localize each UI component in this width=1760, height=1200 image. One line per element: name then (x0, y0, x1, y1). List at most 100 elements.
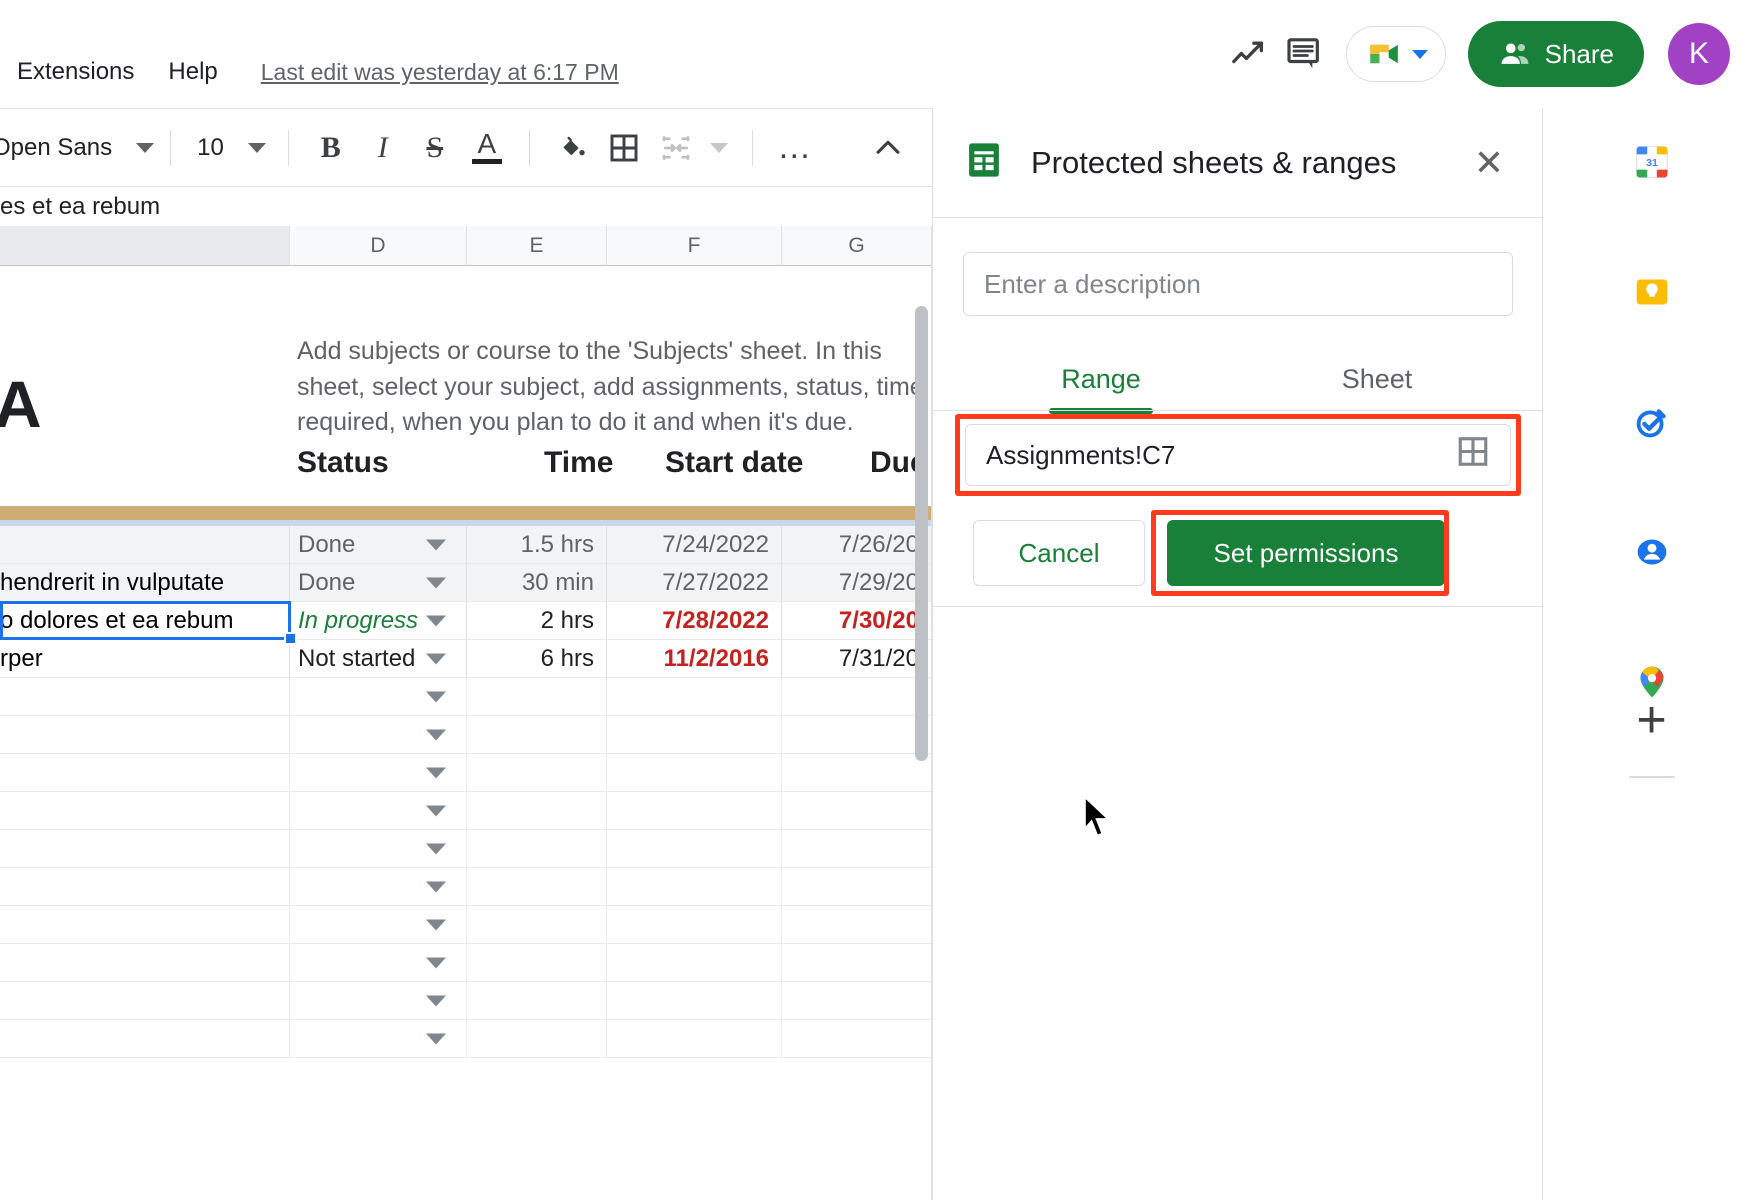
cell-empty[interactable] (467, 868, 607, 906)
cell-empty[interactable] (607, 944, 782, 982)
italic-button[interactable]: I (357, 122, 409, 174)
cell-empty[interactable] (0, 716, 290, 754)
google-tasks-icon[interactable] (1628, 398, 1676, 446)
add-apps-button[interactable]: + (1636, 694, 1666, 746)
cell-empty[interactable] (782, 792, 932, 830)
table-row[interactable] (0, 792, 932, 830)
dropdown-arrow-icon[interactable] (426, 919, 446, 930)
table-row[interactable]: hendrerit in vulputate Done 30 min 7/27/202… (0, 564, 932, 602)
cell-time[interactable]: 2 hrs (467, 602, 607, 640)
tab-range[interactable]: Range (963, 348, 1239, 410)
merge-cells-icon[interactable] (650, 122, 702, 174)
table-row[interactable]: o dolores et ea rebum In progress 2 hrs 7/2… (0, 602, 932, 640)
table-row[interactable] (0, 678, 932, 716)
cell-start-date[interactable]: 11/2/2016 (607, 640, 782, 678)
cell-task[interactable]: rper (0, 640, 290, 678)
dropdown-arrow-icon[interactable] (426, 995, 446, 1006)
table-row[interactable] (0, 982, 932, 1020)
cell-empty[interactable] (782, 754, 932, 792)
cell-empty[interactable] (467, 944, 607, 982)
cell-empty[interactable] (607, 982, 782, 1020)
cell-empty[interactable] (467, 830, 607, 868)
cell-empty[interactable] (0, 678, 290, 716)
select-data-range-icon[interactable] (1456, 435, 1490, 476)
cell-empty[interactable] (782, 830, 932, 868)
dropdown-arrow-icon[interactable] (426, 957, 446, 968)
cell-empty[interactable] (0, 982, 290, 1020)
dropdown-arrow-icon[interactable] (426, 843, 446, 854)
close-icon[interactable]: ✕ (1474, 144, 1504, 181)
cell-empty[interactable] (607, 830, 782, 868)
cell-empty[interactable] (467, 906, 607, 944)
cell-empty[interactable] (290, 982, 467, 1020)
cell-empty[interactable] (290, 868, 467, 906)
cell-empty[interactable] (607, 754, 782, 792)
column-header-c[interactable] (0, 226, 290, 266)
table-row[interactable]: rper Not started 6 hrs 11/2/2016 7/31/20 (0, 640, 932, 678)
cell-empty[interactable] (0, 830, 290, 868)
avatar[interactable]: K (1668, 23, 1730, 85)
cell-empty[interactable] (290, 1020, 467, 1058)
menu-item-extensions[interactable]: Extensions (0, 58, 151, 86)
table-row[interactable] (0, 1020, 932, 1058)
cell-task[interactable] (0, 526, 290, 564)
table-row[interactable] (0, 716, 932, 754)
dropdown-arrow-icon[interactable] (426, 1033, 446, 1044)
table-row[interactable] (0, 944, 932, 982)
borders-icon[interactable] (598, 122, 650, 174)
cell-empty[interactable] (607, 678, 782, 716)
column-header-d[interactable]: D (290, 226, 467, 266)
description-input[interactable]: Enter a description (963, 252, 1513, 316)
cell-empty[interactable] (467, 792, 607, 830)
cell-due-date[interactable]: 7/26/20 (782, 526, 932, 564)
cell-due-date[interactable]: 7/29/20 (782, 564, 932, 602)
column-header-f[interactable]: F (607, 226, 782, 266)
cell-start-date[interactable]: 7/27/2022 (607, 564, 782, 602)
google-keep-icon[interactable] (1628, 268, 1676, 316)
cell-empty[interactable] (290, 906, 467, 944)
cell-empty[interactable] (0, 906, 290, 944)
google-contacts-icon[interactable] (1628, 528, 1676, 576)
cell-empty[interactable] (290, 716, 467, 754)
cell-empty[interactable] (290, 678, 467, 716)
cell-empty[interactable] (782, 868, 932, 906)
cell-empty[interactable] (607, 906, 782, 944)
cell-status[interactable]: Done (290, 526, 467, 564)
dropdown-arrow-icon[interactable] (426, 881, 446, 892)
cell-empty[interactable] (782, 678, 932, 716)
cell-empty[interactable] (0, 868, 290, 906)
fill-color-icon[interactable] (546, 122, 598, 174)
menu-item-help[interactable]: Help (151, 58, 234, 86)
vertical-scrollbar[interactable] (915, 306, 928, 761)
cell-time[interactable]: 30 min (467, 564, 607, 602)
dropdown-arrow-icon[interactable] (426, 653, 446, 664)
cell-empty[interactable] (290, 944, 467, 982)
cell-time[interactable]: 6 hrs (467, 640, 607, 678)
tab-sheet[interactable]: Sheet (1239, 348, 1515, 410)
cell-empty[interactable] (467, 1020, 607, 1058)
dropdown-arrow-icon[interactable] (426, 767, 446, 778)
cell-empty[interactable] (782, 1020, 932, 1058)
merge-dropdown-icon[interactable] (702, 122, 736, 174)
cell-task[interactable]: o dolores et ea rebum (0, 602, 290, 640)
cell-status[interactable]: In progress (290, 602, 467, 640)
cell-empty[interactable] (0, 754, 290, 792)
column-header-g[interactable]: G (782, 226, 932, 266)
cell-empty[interactable] (467, 716, 607, 754)
dropdown-arrow-icon[interactable] (426, 691, 446, 702)
trending-up-icon[interactable] (1220, 26, 1276, 82)
cell-empty[interactable] (0, 1020, 290, 1058)
cell-empty[interactable] (290, 754, 467, 792)
bold-button[interactable]: B (305, 122, 357, 174)
table-row[interactable] (0, 754, 932, 792)
strikethrough-button[interactable]: S (409, 122, 461, 174)
cell-time[interactable]: 1.5 hrs (467, 526, 607, 564)
dropdown-arrow-icon[interactable] (426, 729, 446, 740)
dropdown-arrow-icon[interactable] (426, 615, 446, 626)
dropdown-arrow-icon[interactable] (426, 805, 446, 816)
cell-empty[interactable] (782, 944, 932, 982)
cell-empty[interactable] (467, 754, 607, 792)
font-family-selector[interactable]: Open Sans (0, 134, 155, 162)
cell-status[interactable]: Done (290, 564, 467, 602)
more-options-button[interactable]: … (769, 122, 821, 174)
